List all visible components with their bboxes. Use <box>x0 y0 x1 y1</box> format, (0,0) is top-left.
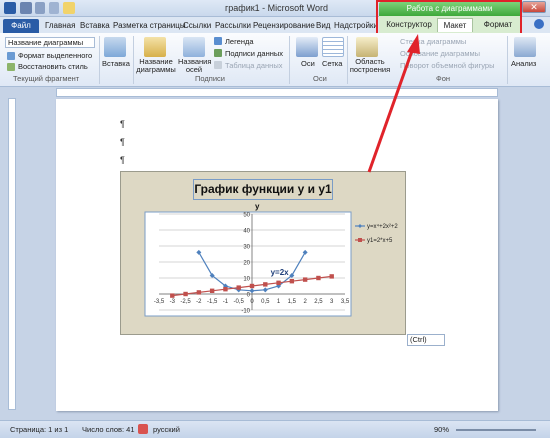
zoom-level[interactable]: 90% <box>434 425 449 434</box>
word-count[interactable]: Число слов: 41 <box>82 425 135 434</box>
status-bar: Страница: 1 из 1 Число слов: 41 русский … <box>0 420 550 438</box>
spellcheck-icon[interactable] <box>138 424 148 434</box>
zoom-slider[interactable] <box>456 429 536 431</box>
page-count[interactable]: Страница: 1 из 1 <box>10 425 68 434</box>
arrow-head <box>407 34 420 54</box>
language[interactable]: русский <box>153 425 180 434</box>
arrow-line <box>367 47 415 173</box>
annotation-arrow <box>367 34 420 173</box>
